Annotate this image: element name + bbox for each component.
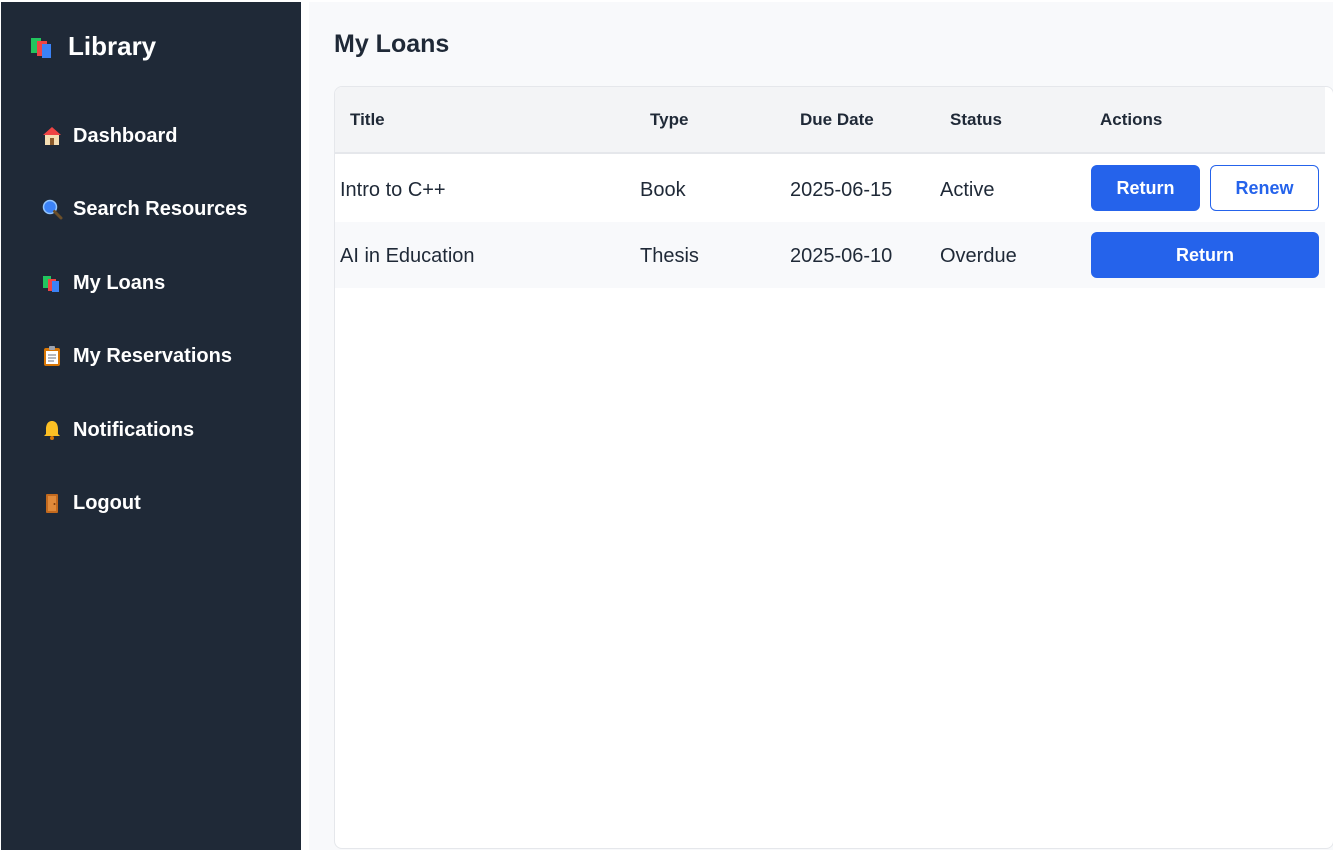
brand: Library [28, 30, 156, 62]
sidebar-item-label: My Loans [73, 271, 166, 294]
cell-title: Intro to C++ [340, 179, 446, 201]
magnifier-icon [41, 198, 63, 220]
column-header-status: Status [950, 110, 1002, 129]
bell-icon [41, 419, 63, 441]
clipboard-icon [41, 345, 63, 367]
column-header-due-date: Due Date [800, 110, 874, 129]
return-button[interactable]: Return [1091, 232, 1319, 278]
sidebar-item-my-loans[interactable]: My Loans [41, 265, 165, 301]
brand-title: Library [68, 30, 157, 61]
column-header-title: Title [350, 110, 385, 129]
table-header: Title Type Due Date Status Actions [335, 87, 1325, 154]
sidebar-item-my-reservations[interactable]: My Reservations [41, 338, 232, 374]
sidebar-item-label: Logout [73, 491, 141, 514]
renew-button[interactable]: Renew [1210, 165, 1319, 211]
house-icon [41, 125, 63, 147]
page-title: My Loans [334, 30, 450, 58]
sidebar-item-logout[interactable]: Logout [41, 485, 141, 521]
sidebar-item-label: My Reservations [73, 344, 232, 367]
loans-table: Title Type Due Date Status Actions Intro… [334, 86, 1333, 849]
app-root: Library Dashboard Search Resources My Lo… [0, 0, 1333, 850]
table-row: Intro to C++ Book 2025-06-15 Active Retu… [335, 156, 1325, 222]
books-icon [41, 272, 63, 294]
sidebar-item-label: Dashboard [73, 124, 178, 147]
column-header-actions: Actions [1100, 110, 1163, 129]
cell-title: AI in Education [340, 245, 475, 267]
sidebar: Library Dashboard Search Resources My Lo… [1, 2, 301, 850]
sidebar-item-label: Search Resources [73, 197, 248, 220]
table-row: AI in Education Thesis 2025-06-10 Overdu… [335, 222, 1325, 288]
sidebar-item-notifications[interactable]: Notifications [41, 412, 194, 448]
door-icon [41, 492, 63, 514]
cell-type: Thesis [640, 245, 699, 267]
sidebar-item-label: Notifications [73, 418, 195, 441]
cell-due-date: 2025-06-10 [790, 245, 893, 267]
cell-type: Book [640, 179, 686, 201]
cell-status: Overdue [940, 245, 1017, 267]
cell-status: Active [940, 179, 995, 201]
main-content: My Loans Title Type Due Date Status Acti… [309, 2, 1333, 850]
sidebar-item-search-resources[interactable]: Search Resources [41, 191, 248, 227]
sidebar-item-dashboard[interactable]: Dashboard [41, 118, 177, 154]
column-header-type: Type [650, 110, 689, 129]
books-icon [28, 32, 56, 60]
return-button[interactable]: Return [1091, 165, 1200, 211]
cell-due-date: 2025-06-15 [790, 179, 893, 201]
